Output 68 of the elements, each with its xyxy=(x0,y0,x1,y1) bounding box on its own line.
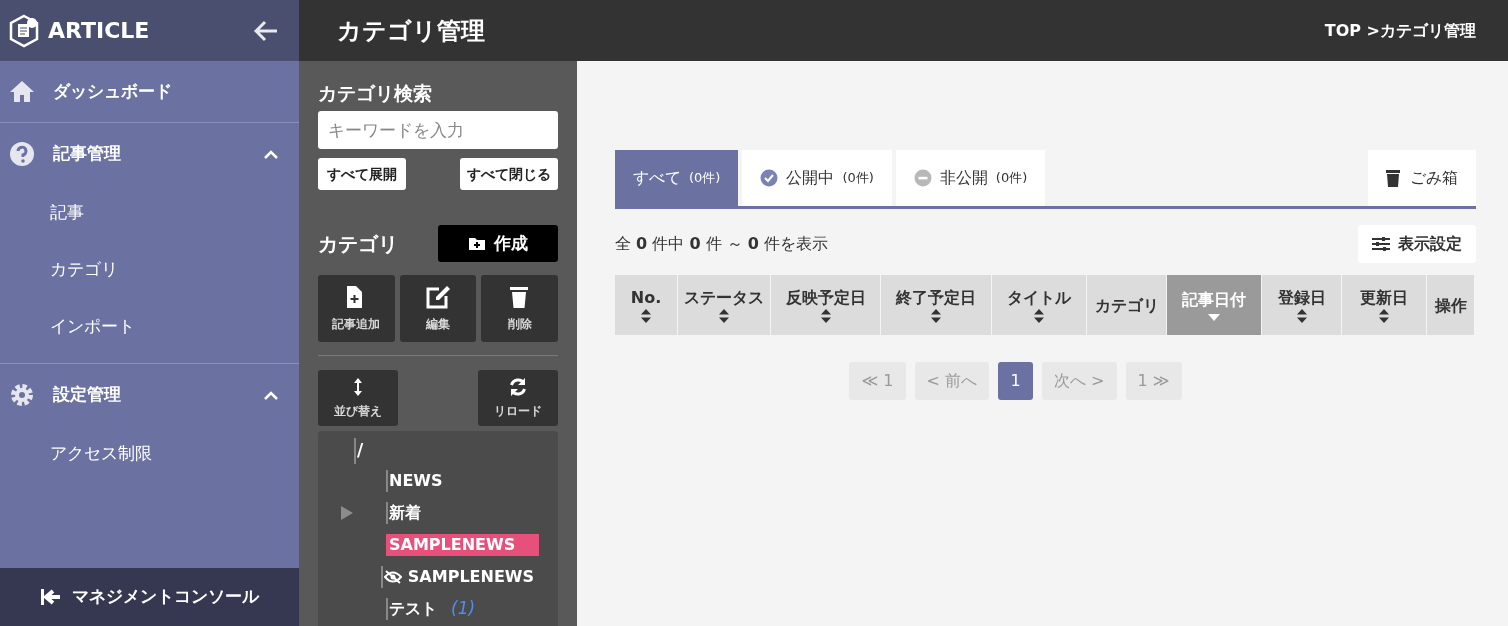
sliders-icon xyxy=(1372,237,1390,251)
sort-icon xyxy=(1296,308,1307,323)
tree-item[interactable]: テスト (1) xyxy=(386,598,500,620)
expand-all-button[interactable]: すべて展開 xyxy=(318,158,406,190)
column-header[interactable]: 更新日 xyxy=(1342,275,1427,335)
sort-icon xyxy=(1379,308,1389,323)
document-hexagon-logo-icon xyxy=(8,13,40,48)
tree-item[interactable]: NEWS xyxy=(386,470,467,492)
reload-icon xyxy=(508,376,528,397)
breadcrumb[interactable]: TOP >カテゴリ管理 xyxy=(1324,18,1476,43)
filter-tab[interactable]: 公開中 (0件) xyxy=(742,150,892,206)
sort-descending-icon xyxy=(1208,313,1220,321)
page-title: カテゴリ管理 xyxy=(337,15,485,47)
column-header[interactable]: カテゴリ xyxy=(1087,275,1167,335)
help-icon xyxy=(9,140,35,167)
column-header[interactable]: タイトル xyxy=(992,275,1087,335)
reload-button[interactable]: リロード xyxy=(478,370,558,426)
menu-group-header[interactable]: 記事管理 xyxy=(0,123,299,184)
tree-item[interactable]: SAMPLENEWS xyxy=(386,534,540,556)
exit-arrow-icon xyxy=(40,588,62,606)
toolbar-button[interactable]: 記事追加 xyxy=(318,275,395,342)
sort-icon xyxy=(719,308,729,323)
edit-icon xyxy=(426,284,450,309)
menu-item[interactable]: 記事 xyxy=(50,199,84,226)
trash-tab[interactable]: ごみ箱 xyxy=(1368,150,1476,206)
management-console-link[interactable]: マネジメントコンソール xyxy=(0,568,299,626)
home-icon xyxy=(9,78,35,105)
menu-item[interactable]: インポート xyxy=(50,313,135,340)
check-circle-icon xyxy=(760,169,779,187)
column-header[interactable]: No. xyxy=(615,275,678,335)
eye-slash-icon xyxy=(383,570,402,584)
section-title: カテゴリ xyxy=(318,230,398,258)
sort-icon xyxy=(931,308,941,323)
column-header[interactable]: 反映予定日 xyxy=(771,275,881,335)
collapse-all-button[interactable]: すべて閉じる xyxy=(460,158,558,190)
toolbar-button[interactable]: 削除 xyxy=(481,275,558,342)
menu-item[interactable]: ダッシュボード xyxy=(0,61,299,122)
pagination-button[interactable]: 1 xyxy=(998,362,1033,400)
trash-icon xyxy=(1386,169,1400,187)
menu-item[interactable]: カテゴリ xyxy=(50,256,118,283)
tree-item[interactable]: 新着 xyxy=(386,502,445,524)
filter-tab[interactable]: 非公開 (0件) xyxy=(895,150,1046,206)
expand-triangle-icon[interactable] xyxy=(340,505,354,521)
search-field[interactable]: キーワードを入力 xyxy=(318,111,558,149)
app-title: ARTICLE xyxy=(48,17,150,45)
result-summary: 全 0 件中 0 件 ～ 0 件を表示 xyxy=(615,233,829,255)
column-header[interactable]: 終了予定日 xyxy=(881,275,992,335)
tree-item[interactable]: SAMPLENEWS xyxy=(380,566,558,588)
menu-item[interactable]: アクセス制限 xyxy=(50,440,152,467)
display-settings-button[interactable]: 表示設定 xyxy=(1358,225,1476,263)
sort-button[interactable]: 並び替え xyxy=(318,370,398,426)
sort-icon xyxy=(820,308,831,323)
minus-circle-icon xyxy=(913,169,932,187)
toolbar-button[interactable]: 編集 xyxy=(399,275,477,342)
up-down-arrow-icon xyxy=(353,376,363,397)
column-header[interactable]: 操作 xyxy=(1427,275,1475,335)
back-arrow-icon[interactable] xyxy=(253,18,279,43)
sort-icon xyxy=(1034,308,1044,323)
column-header[interactable]: 登録日 xyxy=(1262,275,1342,335)
filter-tab[interactable]: すべて (0件) xyxy=(615,150,739,206)
sort-icon xyxy=(641,308,651,323)
section-title: カテゴリ検索 xyxy=(318,81,433,106)
folder-plus-icon xyxy=(468,236,486,251)
tree-item[interactable]: / xyxy=(354,438,364,464)
create-button[interactable]: 作成 xyxy=(438,225,558,262)
settings-icon xyxy=(9,381,35,408)
menu-group-header[interactable]: 設定管理 xyxy=(0,364,299,425)
column-header[interactable]: ステータス xyxy=(678,275,771,335)
